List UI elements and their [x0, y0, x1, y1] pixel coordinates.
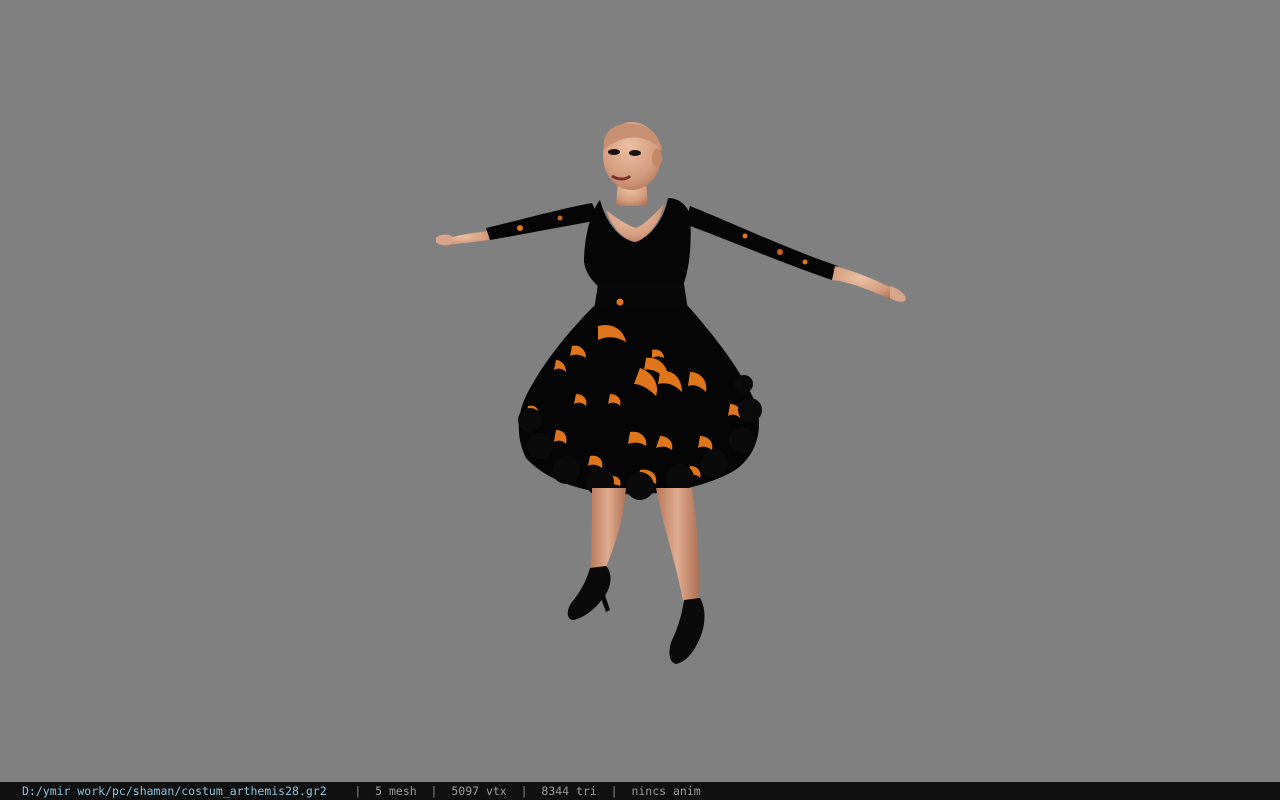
file-path: D:/ymir work/pc/shaman/costum_arthemis28… [22, 784, 327, 798]
status-separator: | [610, 784, 618, 798]
status-bar: D:/ymir work/pc/shaman/costum_arthemis28… [0, 782, 1280, 800]
status-separator: | [520, 784, 528, 798]
status-separator: | [430, 784, 438, 798]
triangle-count: 8344 tri [541, 784, 597, 798]
head [603, 122, 662, 206]
skirt [518, 306, 762, 500]
animation-status: nincs anim [631, 784, 701, 798]
bodice [584, 198, 691, 310]
vertex-count: 5097 vtx [451, 784, 507, 798]
status-separator: | [354, 784, 362, 798]
mesh-count: 5 mesh [375, 784, 417, 798]
3d-viewport[interactable] [0, 0, 1280, 782]
left-arm [436, 203, 600, 246]
right-arm [685, 206, 906, 302]
character-model [436, 122, 906, 664]
